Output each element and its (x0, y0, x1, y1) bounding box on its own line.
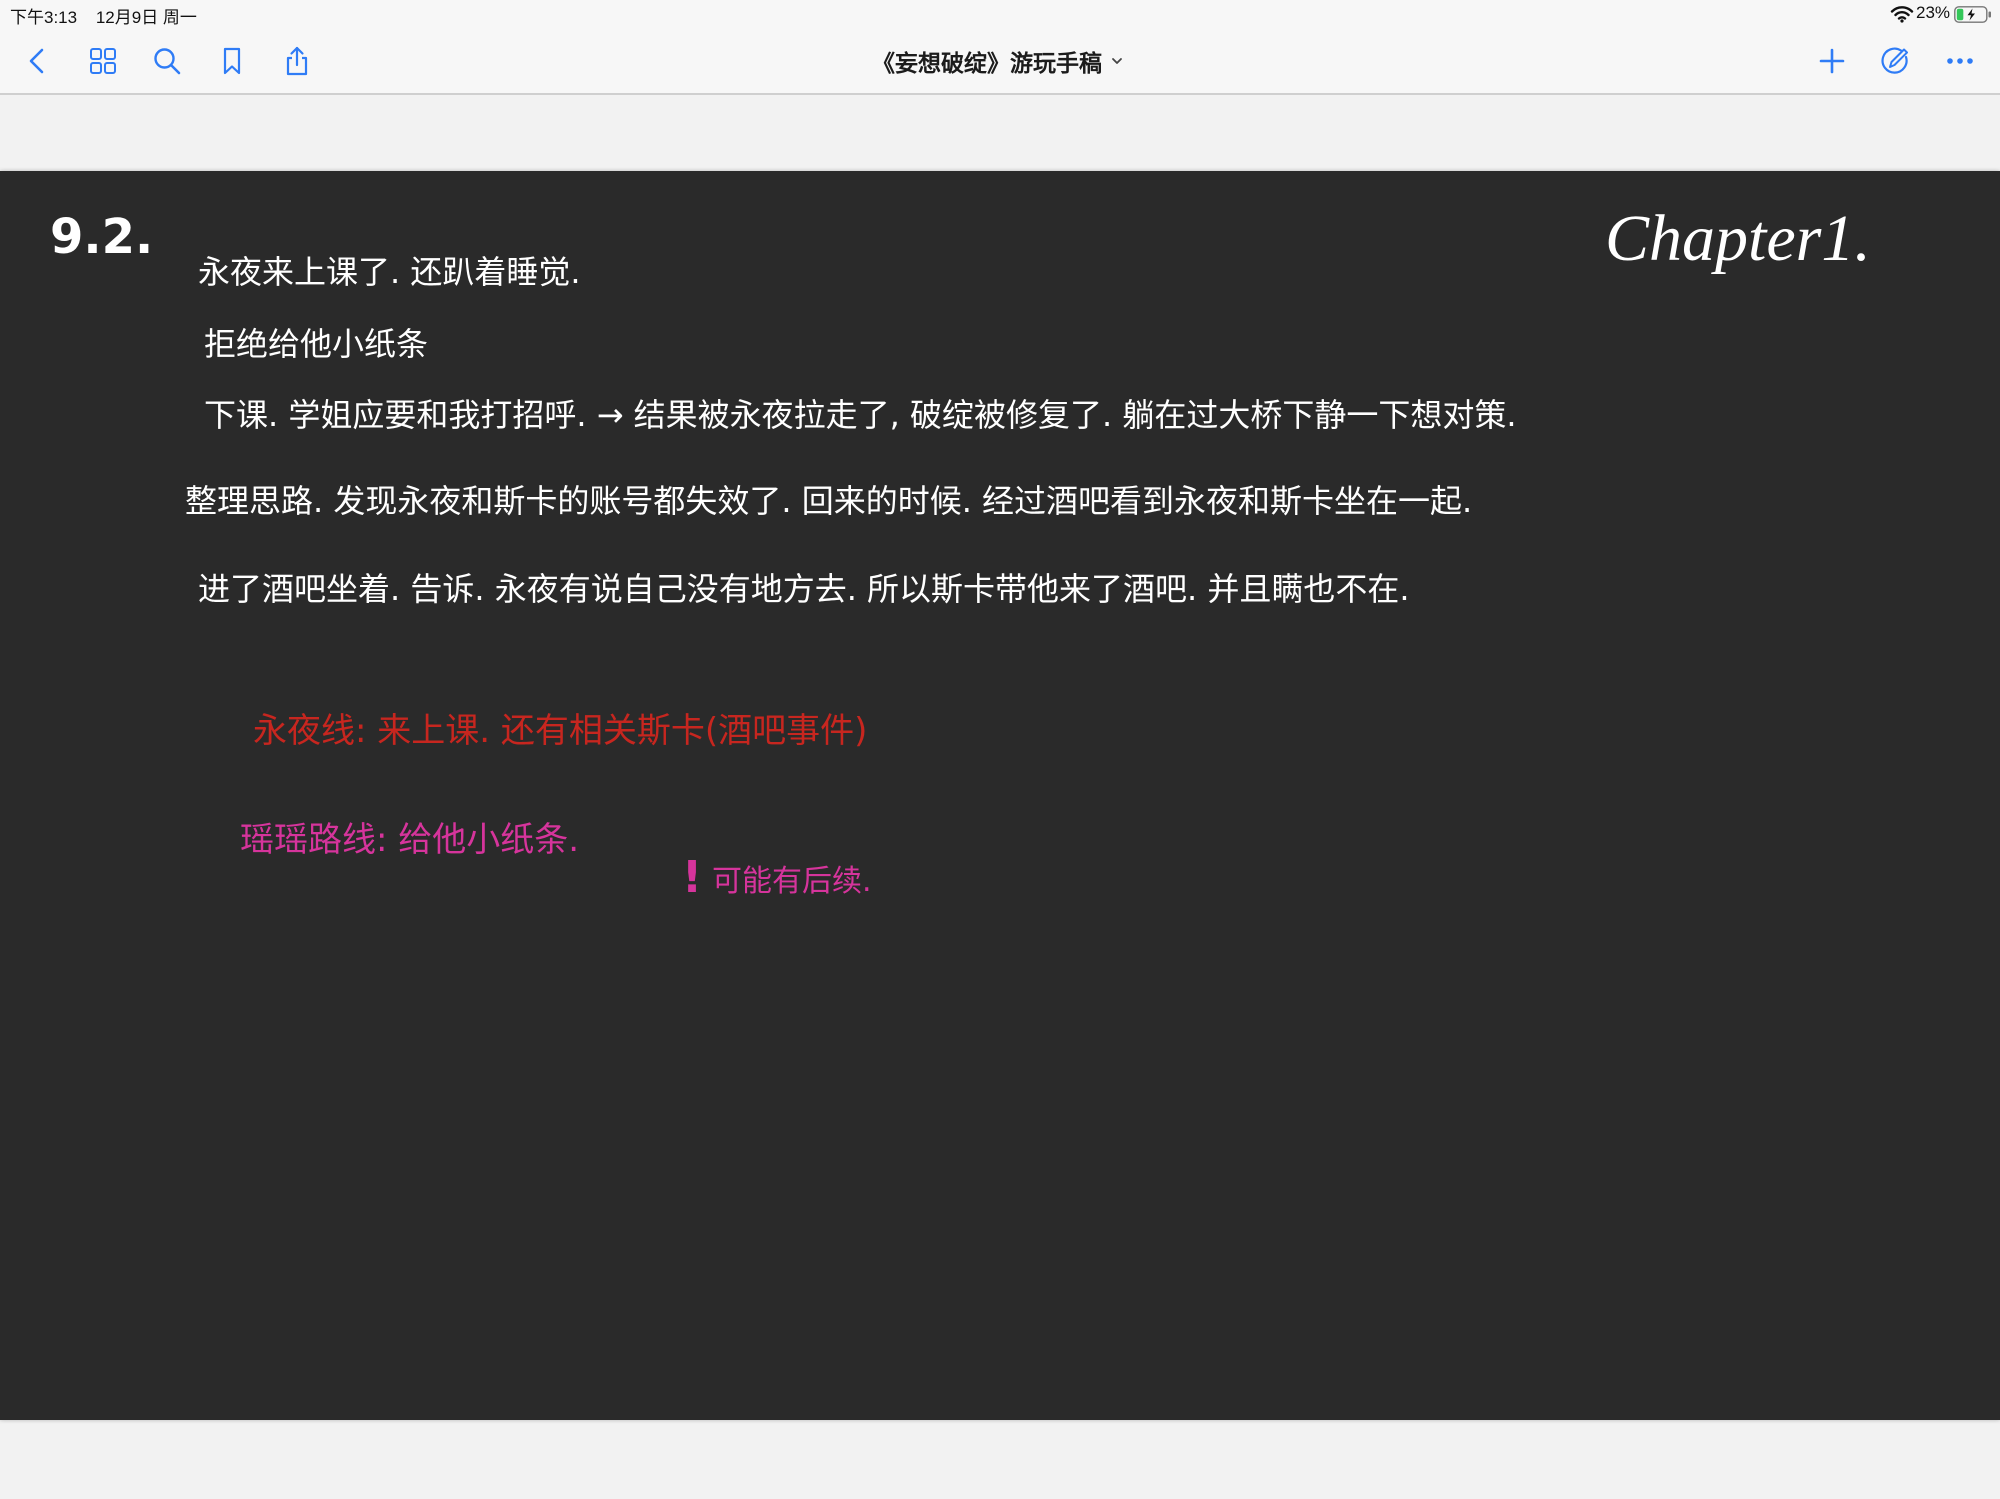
document-title: 《妄想破绽》游玩手稿 (872, 50, 1102, 76)
share-button[interactable] (279, 43, 315, 79)
add-icon (1819, 48, 1845, 74)
edit-mode-button[interactable] (1877, 43, 1913, 79)
note-line: 整理思路. 发现永夜和斯卡的账号都失效了. 回来的时候. 经过酒吧看到永夜和斯卡… (185, 482, 1473, 520)
more-button[interactable] (1942, 43, 1978, 79)
note-date: 9.2. (50, 209, 154, 265)
note-line: 进了酒吧坐着. 告诉. 永夜有说自己没有地方去. 所以斯卡带他来了酒吧. 并且瞒… (198, 570, 1410, 608)
battery-percent: 23% (1916, 3, 1951, 22)
thumbnails-button[interactable] (85, 43, 121, 79)
chevron-down-icon (1112, 58, 1122, 64)
bookmark-button[interactable] (214, 43, 250, 79)
document-title-button[interactable]: 《妄想破绽》游玩手稿 (872, 45, 1124, 77)
chapter-heading: Chapter1. (1605, 202, 1871, 275)
back-button[interactable] (20, 43, 56, 79)
route-note-red: 永夜线: 来上课. 还有相关斯卡(酒吧事件) (253, 711, 868, 751)
note-page[interactable]: 9.2. Chapter1. 永夜来上课了. 还趴着睡觉. 拒绝给他小纸条 下课… (0, 171, 2000, 1420)
search-button[interactable] (149, 43, 185, 79)
wifi-icon (1890, 6, 1914, 23)
top-bar: 下午3:13 12月9日 周一 23% 《妄想破绽》游玩手稿 (0, 0, 2000, 93)
more-icon (1947, 58, 1973, 64)
status-bar-left: 下午3:13 12月9日 周一 (10, 3, 211, 28)
battery-icon (1954, 6, 1991, 23)
follow-up-note: 可能有后续. (712, 864, 872, 899)
note-line: 下课. 学姐应要和我打招呼. → 结果被永夜拉走了, 破绽被修复了. 躺在过大桥… (204, 396, 1517, 434)
exclamation-mark: ! (682, 852, 703, 903)
pencil-circle-icon (1881, 47, 1908, 74)
route-note-pink: 瑶瑶路线: 给他小纸条. (240, 820, 580, 860)
back-icon (29, 48, 44, 74)
search-icon (154, 48, 181, 75)
add-button[interactable] (1814, 43, 1850, 79)
note-line: 拒绝给他小纸条 (204, 325, 429, 363)
bookmark-icon (223, 47, 241, 75)
grid-icon (90, 48, 116, 74)
note-line: 永夜来上课了. 还趴着睡觉. (198, 253, 581, 291)
share-icon (286, 46, 308, 76)
status-time: 下午3:13 (10, 8, 78, 27)
page-margin-top (0, 95, 2000, 171)
status-date: 12月9日 周一 (95, 8, 197, 27)
